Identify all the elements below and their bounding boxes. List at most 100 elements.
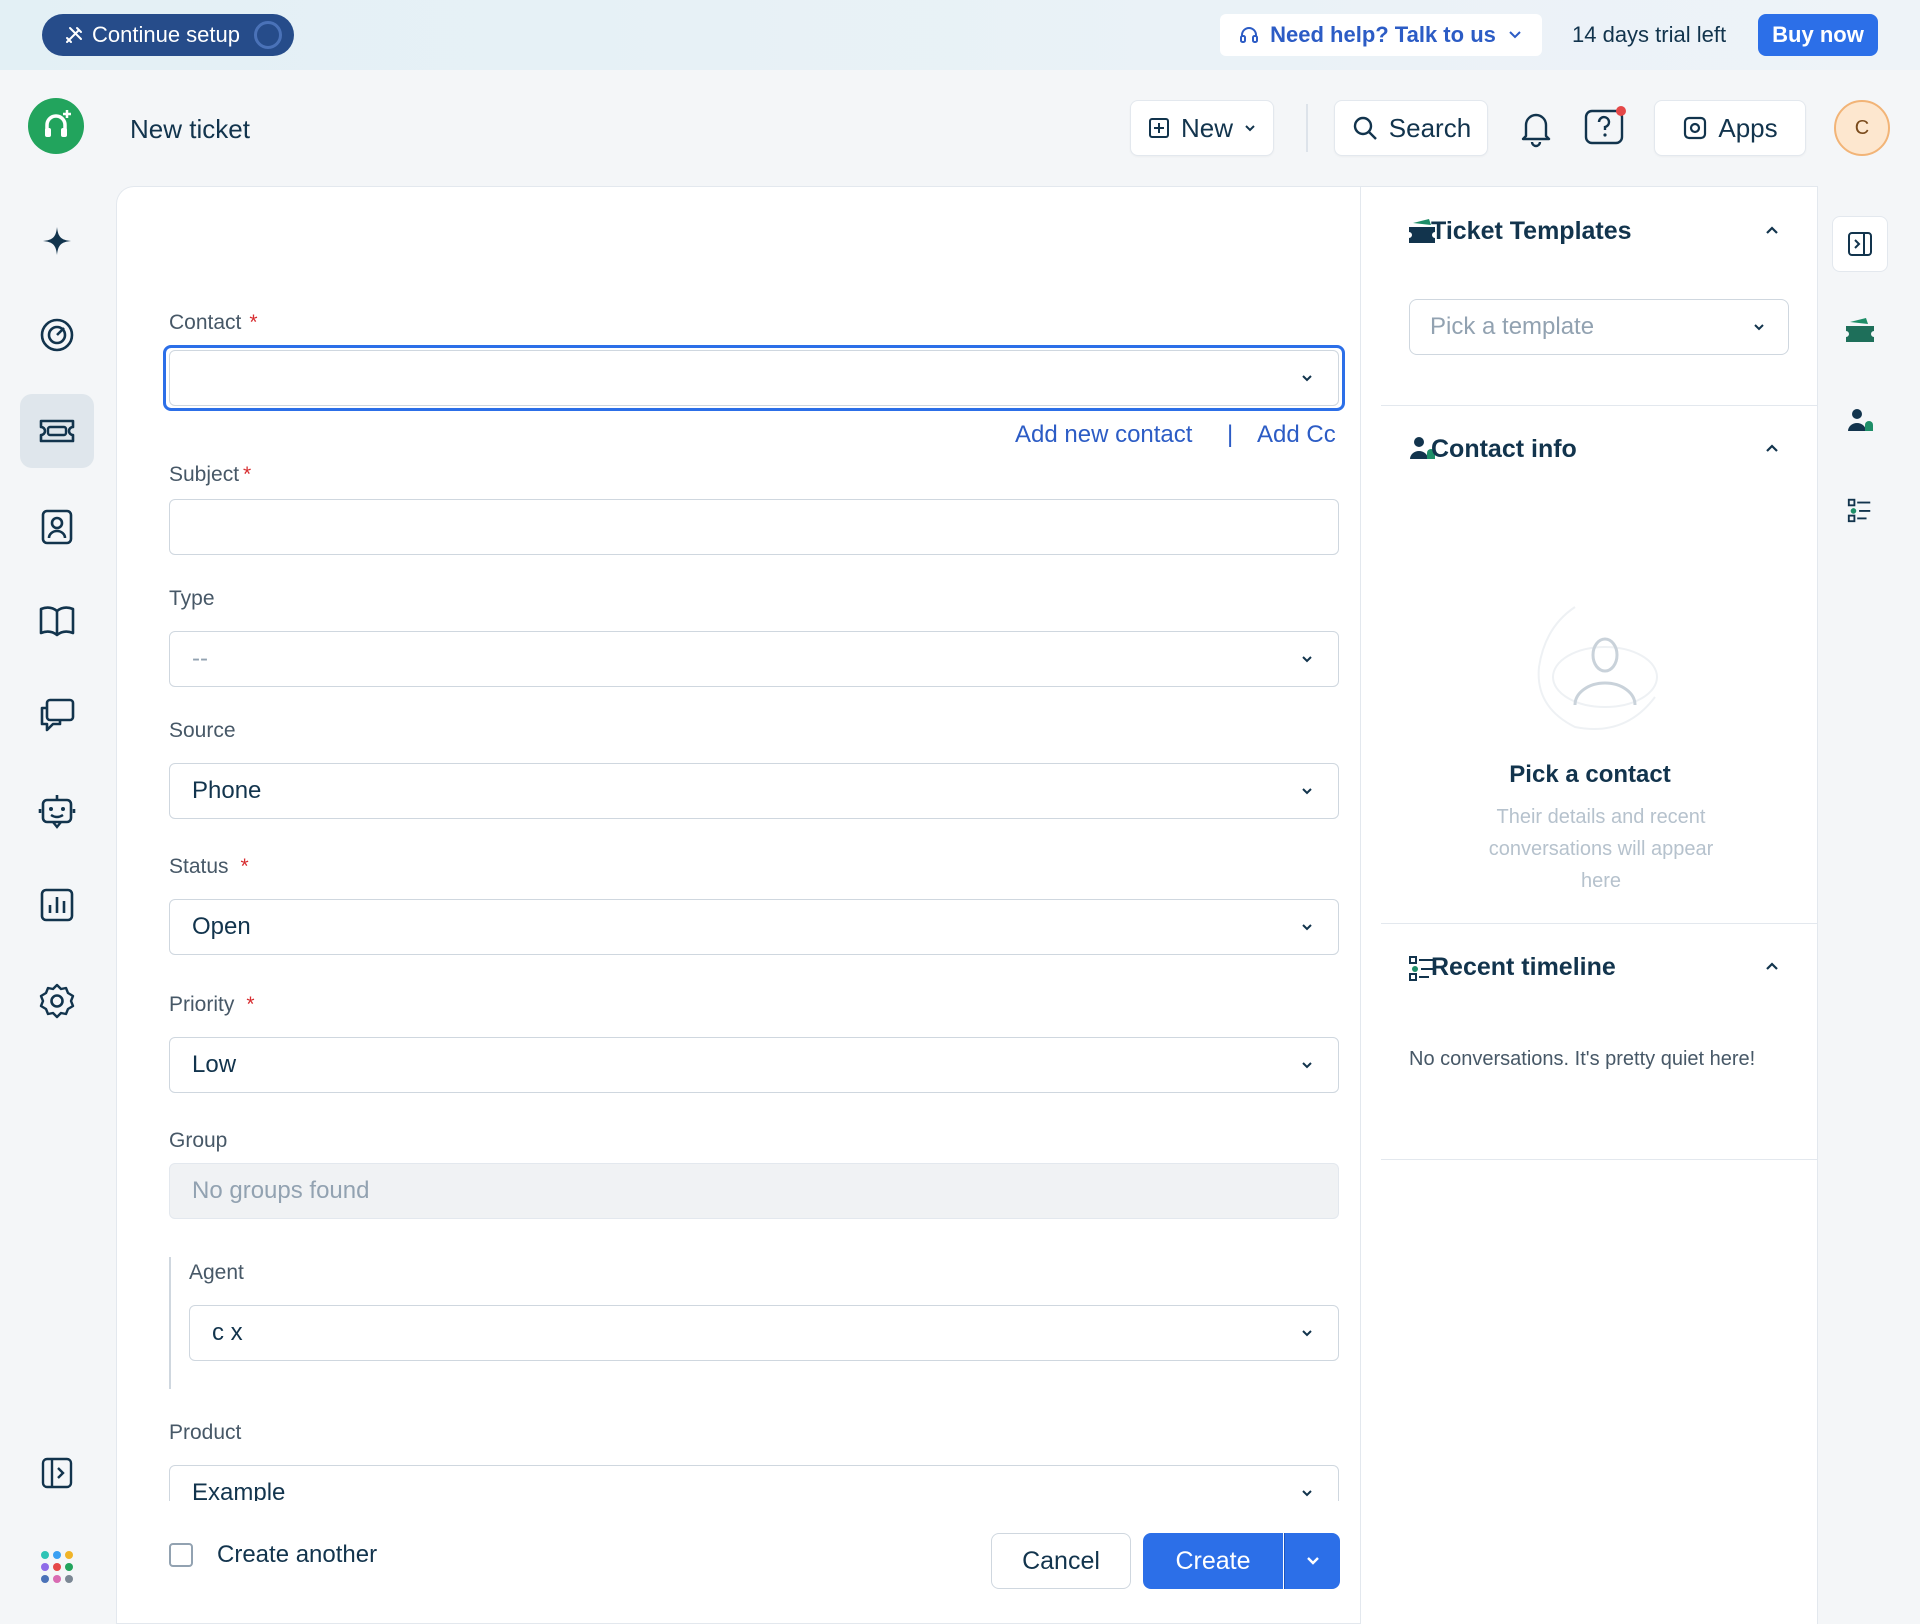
sidebar-expand-button[interactable] xyxy=(20,1436,94,1510)
sidebar-item-reports[interactable] xyxy=(20,868,94,942)
chevron-down-icon xyxy=(1302,1330,1312,1337)
contact-select[interactable] xyxy=(169,350,1339,406)
chevron-down-icon xyxy=(1245,125,1255,132)
pick-contact-subtitle: Their details and recent conversations w… xyxy=(1488,806,1714,892)
create-another-label: Create another xyxy=(217,1541,378,1568)
app-grid-icon xyxy=(41,1551,73,1583)
required-marker: * xyxy=(240,855,249,878)
template-select[interactable]: Pick a template xyxy=(1409,299,1789,355)
ticket-sidebar-panel: Ticket Templates Pick a template Contact… xyxy=(1360,186,1819,1624)
agent-label: Agent xyxy=(189,1261,244,1284)
agent-value: c x xyxy=(212,1319,243,1346)
chevron-down-icon xyxy=(1754,324,1764,331)
type-select[interactable]: -- xyxy=(169,631,1339,687)
help-question-icon[interactable] xyxy=(1580,104,1628,152)
setup-progress-icon xyxy=(254,21,282,49)
recent-timeline-title: Recent timeline xyxy=(1431,953,1616,981)
chat-icon xyxy=(40,698,75,732)
agent-select[interactable]: c x xyxy=(189,1305,1339,1361)
cancel-button[interactable]: Cancel xyxy=(991,1533,1131,1589)
rail-ticket-templates-icon[interactable] xyxy=(1844,314,1876,346)
user-avatar[interactable]: C xyxy=(1834,100,1890,156)
chevron-up-icon[interactable] xyxy=(1763,221,1781,239)
product-switcher-button[interactable] xyxy=(20,1530,94,1604)
add-new-contact-link[interactable]: Add new contact xyxy=(1015,421,1192,449)
group-value: No groups found xyxy=(192,1177,370,1204)
app-header: New ticket New Search Apps C xyxy=(0,70,1920,186)
trial-days-left: 14 days trial left xyxy=(1572,22,1727,47)
sidebar-item-contacts[interactable] xyxy=(20,490,94,564)
help-button[interactable]: Need help? Talk to us xyxy=(1220,14,1542,56)
required-marker: * xyxy=(249,311,258,334)
chevron-down-icon xyxy=(1306,1557,1319,1565)
sidebar-item-solutions[interactable] xyxy=(20,584,94,658)
source-select[interactable]: Phone xyxy=(169,763,1339,819)
subject-input[interactable] xyxy=(169,499,1339,555)
section-divider xyxy=(1381,923,1819,924)
rail-timeline-icon[interactable] xyxy=(1844,494,1876,526)
trial-banner: Continue setup Need help? Talk to us 14 … xyxy=(0,0,1920,70)
rail-contact-info-icon[interactable] xyxy=(1844,404,1876,436)
template-placeholder: Pick a template xyxy=(1430,313,1595,340)
headset-icon xyxy=(1240,27,1259,43)
new-button[interactable]: New xyxy=(1130,100,1274,156)
contact-info-title: Contact info xyxy=(1431,435,1577,463)
product-label: Product xyxy=(169,1421,242,1444)
sidebar-item-dashboard[interactable] xyxy=(20,298,94,372)
collapse-panel-button[interactable] xyxy=(1832,216,1888,272)
new-ticket-form: Contact * Add new contact | Add Cc Subjec… xyxy=(116,186,1360,1624)
new-label: New xyxy=(1180,112,1233,143)
group-select: No groups found xyxy=(169,1163,1339,1219)
ticket-templates-title: Ticket Templates xyxy=(1431,217,1632,245)
sidebar-item-discussions[interactable] xyxy=(20,678,94,752)
sidebar-item-admin[interactable] xyxy=(20,964,94,1038)
chevron-down-icon xyxy=(1509,31,1521,39)
sidebar-item-bot[interactable] xyxy=(20,774,94,848)
apps-label: Apps xyxy=(1718,112,1778,143)
chevron-up-icon[interactable] xyxy=(1763,957,1781,975)
source-value: Phone xyxy=(192,777,262,804)
settings-icon xyxy=(39,983,75,1019)
chevron-down-icon xyxy=(1302,656,1312,663)
search-label: Search xyxy=(1388,112,1472,143)
notifications-bell-icon[interactable] xyxy=(1512,104,1560,152)
create-options-button[interactable] xyxy=(1284,1533,1340,1589)
search-icon xyxy=(1353,116,1377,140)
dashboard-icon xyxy=(40,318,74,352)
priority-label: Priority * xyxy=(169,993,255,1016)
freshdesk-logo-icon[interactable] xyxy=(28,98,84,154)
required-marker: * xyxy=(243,463,252,486)
priority-select[interactable]: Low xyxy=(169,1037,1339,1093)
create-another-checkbox[interactable] xyxy=(169,1543,193,1567)
collapse-panel-icon xyxy=(1848,232,1872,256)
add-cc-link[interactable]: Add Cc xyxy=(1257,421,1336,449)
status-select[interactable]: Open xyxy=(169,899,1339,955)
chevron-down-icon xyxy=(1302,924,1312,931)
timeline-empty-text: No conversations. It's pretty quiet here… xyxy=(1409,1048,1756,1070)
status-label: Status * xyxy=(169,855,249,878)
continue-setup-button[interactable]: Continue setup xyxy=(42,14,294,56)
apps-button[interactable]: Apps xyxy=(1654,100,1806,156)
type-label: Type xyxy=(169,587,215,610)
sidebar-item-tickets[interactable] xyxy=(20,394,94,468)
contact-label: Contact * xyxy=(169,311,258,334)
type-value: -- xyxy=(192,645,208,672)
notification-dot xyxy=(1616,106,1626,116)
ticket-icon xyxy=(39,419,75,443)
chevron-down-icon xyxy=(1302,1490,1312,1497)
sidebar-item-freddy-ai[interactable] xyxy=(20,204,94,278)
status-value: Open xyxy=(192,913,251,940)
help-label: Need help? Talk to us xyxy=(1270,22,1496,47)
create-button[interactable]: Create xyxy=(1143,1533,1283,1589)
chevron-up-icon[interactable] xyxy=(1763,439,1781,457)
agent-nesting-line xyxy=(169,1257,171,1389)
subject-label: Subject * xyxy=(169,463,252,486)
buy-now-button[interactable]: Buy now xyxy=(1758,14,1878,56)
apps-icon xyxy=(1684,116,1707,140)
priority-value: Low xyxy=(192,1051,237,1078)
book-icon xyxy=(39,606,75,637)
chevron-down-icon xyxy=(1302,788,1312,795)
pick-contact-title: Pick a contact xyxy=(1509,761,1671,788)
page-title: New ticket xyxy=(130,114,250,144)
search-button[interactable]: Search xyxy=(1334,100,1488,156)
